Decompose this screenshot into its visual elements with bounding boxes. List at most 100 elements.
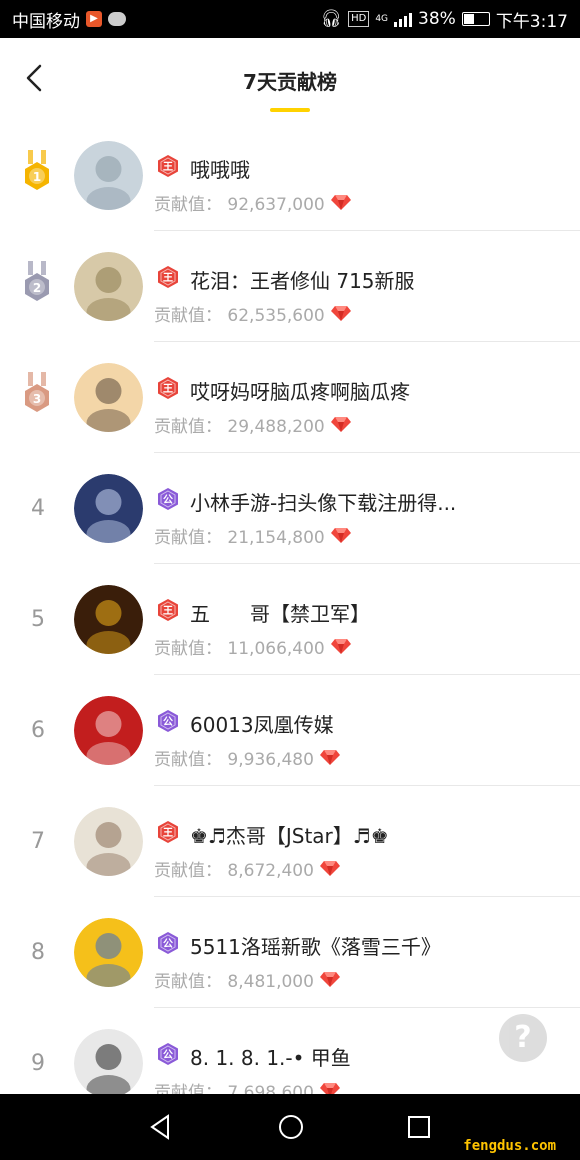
contribution-value: 贡献值： 92,637,000	[154, 190, 351, 215]
contribution-value: 贡献值： 7,698,600	[154, 1078, 340, 1095]
diamond-gem-icon	[319, 861, 340, 876]
medal-rank-number: 2	[33, 281, 41, 295]
ranking-row[interactable]: 2 王 花泪：王者修仙 715新服贡献值： 62,535,600	[0, 231, 580, 342]
rank-number: 8	[31, 940, 45, 965]
contribution-label: 贡献值： 62,535,600	[154, 306, 325, 326]
battery-icon	[461, 12, 490, 26]
guild-badge-icon: 公	[158, 932, 178, 954]
ranking-row[interactable]: 1 王 哦哦哦贡献值： 92,637,000	[0, 120, 580, 231]
guild-badge-icon: 公	[158, 488, 178, 510]
title-underline	[270, 108, 310, 112]
avatar[interactable]	[74, 918, 143, 987]
diamond-gem-icon	[330, 417, 351, 432]
ranking-row[interactable]: 3 王 哎呀妈呀脑瓜疼啊脑瓜疼贡献值： 29,488,200	[0, 342, 580, 453]
diamond-gem-icon	[330, 528, 351, 543]
contribution-label: 贡献值： 7,698,600	[154, 1083, 314, 1095]
page-header: 7天贡献榜	[0, 38, 580, 120]
battery-percent: 38%	[418, 9, 456, 29]
ranking-list[interactable]: 1 王哦哦哦 贡献值： 92,637,000 2 王花泪：王者修仙 715新服 贡献值： …	[0, 120, 580, 1095]
avatar[interactable]	[74, 363, 143, 432]
badge-label: 公	[163, 716, 173, 728]
diamond-gem-icon	[319, 750, 340, 765]
king-level-badge-icon: 王	[158, 599, 178, 621]
contribution-value: 贡献值： 9,936,480	[154, 745, 340, 770]
nav-back-icon[interactable]	[146, 1112, 176, 1142]
king-level-badge-icon: 王	[158, 821, 178, 843]
ranking-row[interactable]: 5 王 五 哥【禁卫军】贡献值： 11,066,400	[0, 564, 580, 675]
video-app-icon: ▶	[86, 11, 102, 27]
nav-home-icon[interactable]	[276, 1112, 306, 1142]
user-name[interactable]: ♚♬杰哥【JStar】♬♚	[190, 820, 389, 849]
contribution-value: 贡献值： 8,672,400	[154, 856, 340, 881]
rank-number: 4	[31, 496, 45, 521]
badge-label: 公	[163, 938, 173, 950]
page-title: 7天贡献榜	[243, 70, 337, 94]
carrier-label: 中国移动	[12, 11, 80, 32]
badge-label: 王	[163, 383, 173, 395]
medal-rank-number: 1	[33, 170, 41, 184]
contribution-value: 贡献值： 11,066,400	[154, 634, 351, 659]
avatar[interactable]	[74, 141, 143, 210]
rank-number: 5	[31, 607, 45, 632]
king-level-badge-icon: 王	[158, 155, 178, 177]
user-name[interactable]: 8. 1. 8. 1.-• 甲鱼	[190, 1042, 351, 1071]
signal-icon	[394, 11, 413, 27]
avatar[interactable]	[74, 807, 143, 876]
diamond-gem-icon	[330, 195, 351, 210]
avatar[interactable]	[74, 1029, 143, 1095]
user-name[interactable]: 5511洛瑶新歌《落雪三千》	[190, 931, 441, 960]
headphones-icon: 🎧︎	[320, 9, 343, 29]
badge-label: 王	[163, 605, 173, 617]
user-name[interactable]: 哎呀妈呀脑瓜疼啊脑瓜疼	[190, 376, 410, 405]
bronze-medal-icon: 3	[25, 372, 49, 412]
user-name[interactable]: 60013凤凰传媒	[190, 709, 334, 738]
user-name[interactable]: 五 哥【禁卫军】	[190, 598, 370, 627]
king-level-badge-icon: 王	[158, 377, 178, 399]
chat-icon	[108, 12, 126, 26]
contribution-label: 贡献值： 9,936,480	[154, 750, 314, 770]
contribution-label: 贡献值： 92,637,000	[154, 195, 325, 215]
badge-label: 王	[163, 161, 173, 173]
help-button[interactable]: ?	[499, 1014, 547, 1062]
rank-number: 7	[31, 829, 45, 854]
clock: 下午3:17	[495, 11, 568, 32]
status-bar: 中国移动 ▶ 🎧︎ HD 4G 38% 下午3:17	[0, 0, 580, 38]
ranking-row[interactable]: 8 公 5511洛瑶新歌《落雪三千》贡献值： 8,481,000	[0, 897, 580, 1008]
contribution-label: 贡献值： 21,154,800	[154, 528, 325, 548]
avatar[interactable]	[74, 252, 143, 321]
watermark: fengdus.com	[463, 1138, 556, 1154]
contribution-value: 贡献值： 29,488,200	[154, 412, 351, 437]
user-name[interactable]: 花泪：王者修仙 715新服	[190, 265, 415, 294]
user-name[interactable]: 小林手游-扫头像下载注册得...	[190, 487, 456, 516]
medal-rank-number: 3	[33, 392, 41, 406]
king-level-badge-icon: 王	[158, 266, 178, 288]
user-name[interactable]: 哦哦哦	[190, 154, 250, 183]
contribution-value: 贡献值： 62,535,600	[154, 301, 351, 326]
avatar[interactable]	[74, 585, 143, 654]
contribution-value: 贡献值： 8,481,000	[154, 967, 340, 992]
ranking-row[interactable]: 4 公 小林手游-扫头像下载注册得... 贡献值： 21,154,800	[0, 453, 580, 564]
ranking-row[interactable]: 6 公 60013凤凰传媒贡献值： 9,936,480	[0, 675, 580, 786]
badge-label: 王	[163, 272, 173, 284]
gold-medal-icon: 1	[25, 150, 49, 190]
avatar[interactable]	[74, 474, 143, 543]
ranking-row[interactable]: 7 王 ♚♬杰哥【JStar】♬♚ 贡献值： 8,672,400	[0, 786, 580, 897]
contribution-label: 贡献值： 11,066,400	[154, 639, 325, 659]
badge-label: 公	[163, 494, 173, 506]
hd-icon: HD	[348, 11, 370, 27]
silver-medal-icon: 2	[25, 261, 49, 301]
contribution-label: 贡献值： 8,481,000	[154, 972, 314, 992]
contribution-value: 贡献值： 21,154,800	[154, 523, 351, 548]
diamond-gem-icon	[330, 639, 351, 654]
nav-recent-apps-icon[interactable]	[404, 1112, 434, 1142]
ranking-row[interactable]: 9 公 8. 1. 8. 1.-• 甲鱼 贡献值： 7,698,600	[0, 1008, 580, 1095]
avatar[interactable]	[74, 696, 143, 765]
badge-label: 王	[163, 827, 173, 839]
diamond-gem-icon	[319, 972, 340, 987]
guild-badge-icon: 公	[158, 710, 178, 732]
contribution-label: 贡献值： 8,672,400	[154, 861, 314, 881]
network-type: 4G	[375, 14, 389, 24]
rank-number: 6	[31, 718, 45, 743]
rank-number: 9	[31, 1051, 45, 1076]
contribution-label: 贡献值： 29,488,200	[154, 417, 325, 437]
